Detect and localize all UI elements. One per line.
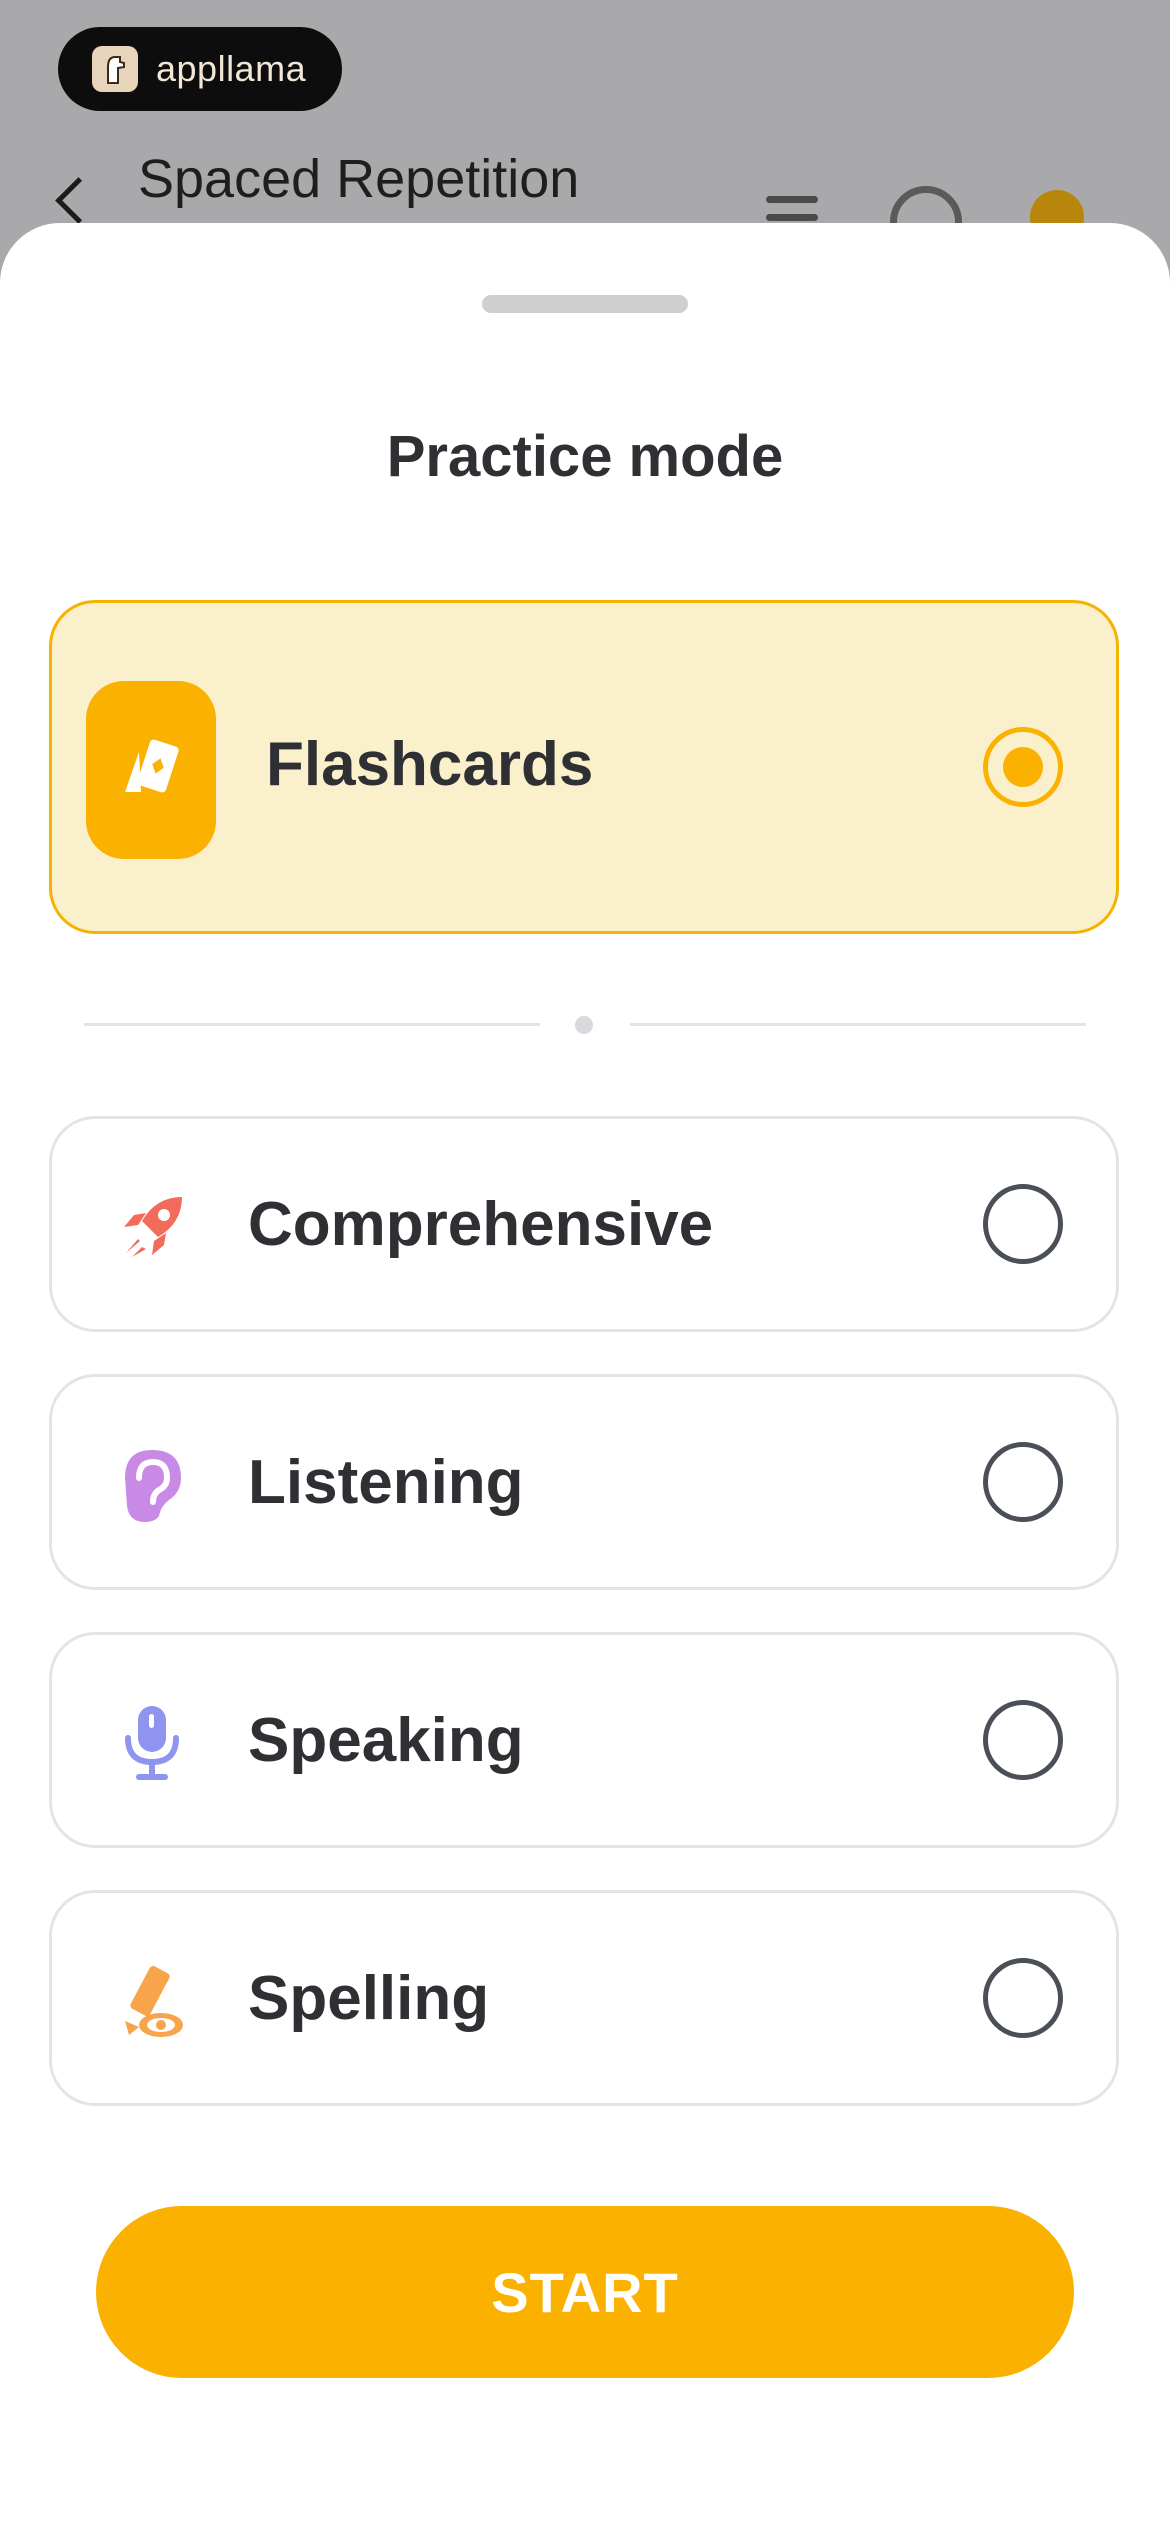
option-label-spelling: Spelling: [248, 1964, 490, 2033]
radio-flashcards[interactable]: [983, 727, 1063, 807]
option-label-comprehensive: Comprehensive: [248, 1190, 714, 1259]
radio-comprehensive[interactable]: [983, 1184, 1063, 1264]
option-flashcards[interactable]: Flashcards: [49, 600, 1119, 934]
pencil-eye-icon: [114, 1963, 190, 2039]
option-label-listening: Listening: [248, 1448, 524, 1517]
option-label-speaking: Speaking: [248, 1706, 524, 1775]
rocket-icon: [114, 1189, 190, 1265]
sheet-grabber[interactable]: [482, 295, 688, 313]
brand-name: appllama: [156, 48, 307, 89]
microphone-icon: [114, 1705, 190, 1781]
radio-spelling[interactable]: [983, 1958, 1063, 2038]
ear-icon: [114, 1447, 190, 1523]
divider-right: [630, 1023, 1086, 1026]
llama-logo-icon: [92, 46, 138, 92]
divider-dot: [575, 1016, 593, 1034]
option-comprehensive[interactable]: Comprehensive: [49, 1116, 1119, 1332]
option-speaking[interactable]: Speaking: [49, 1632, 1119, 1848]
back-arrow-icon[interactable]: [55, 177, 102, 224]
option-label-flashcards: Flashcards: [266, 730, 594, 799]
screen-title: Spaced Repetition: [138, 149, 580, 209]
radio-listening[interactable]: [983, 1442, 1063, 1522]
divider-left: [84, 1023, 540, 1026]
option-listening[interactable]: Listening: [49, 1374, 1119, 1590]
practice-mode-sheet: Practice mode Flashcards Comprehensive L…: [0, 223, 1170, 2532]
flashcards-icon: [86, 681, 216, 859]
start-button[interactable]: START: [96, 2206, 1074, 2378]
option-spelling[interactable]: Spelling: [49, 1890, 1119, 2106]
brand-badge: appllama: [58, 27, 342, 111]
sheet-title: Practice mode: [386, 424, 784, 489]
radio-speaking[interactable]: [983, 1700, 1063, 1780]
